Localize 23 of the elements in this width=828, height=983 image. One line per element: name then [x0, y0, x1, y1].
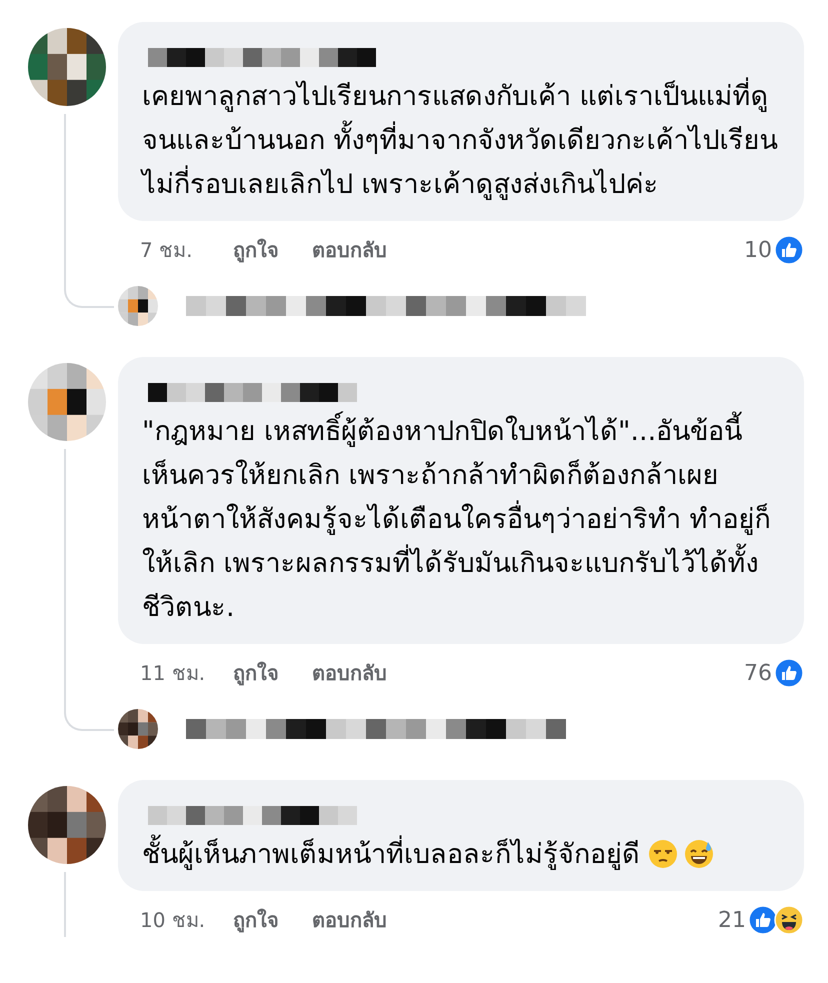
reaction-count: 76: [744, 660, 772, 686]
like-icon: [748, 905, 778, 935]
like-link[interactable]: ถูกใจ: [233, 657, 279, 689]
comment-text: "กฎหมาย เหสทธิ์ผู้ต้องหาปกปิดใบหน้าได้"...อันข้อนี้เห็นควรให้ยกเลิก เพราะถ้ากล้าทำผิดก็ต้องกล้าเผยหน้าตาให้สังคมรู้จะได้เตือนใครอื่นๆว่าอย่าริทำ ทำอยู่ก็ให้เลิก เพราะผลกรรมที่ได้รับมันเกินจะแบกรับไว้ได้ทั้งชีวิตนะ.: [142, 412, 771, 627]
comment-text: เคยพาลูกสาวไปเรียนการแสดงกับเค้า แต่เราเป็นแม่ที่ดูจนและบ้านนอก ทั้งๆที่มาจากจังหวัดเดียวกะเค้าไปเรียนไม่กี่รอบเลยเลิกไป เพราะเค้าดูสูงส่งเกินไปค่ะ: [142, 77, 778, 204]
reaction-count: 10: [744, 238, 772, 262]
reply-link[interactable]: ตอบกลับ: [312, 657, 387, 689]
reaction-count: 21: [718, 908, 746, 932]
reply-link[interactable]: ตอบกลับ: [312, 234, 387, 266]
unamused-face-icon: [648, 839, 678, 869]
comment-time: 10 ชม.: [140, 907, 206, 934]
pixelated-reply-preview[interactable]: [186, 296, 586, 316]
like-icon: [774, 658, 804, 688]
sweat-smile-icon: [684, 839, 714, 869]
pixelated-reply-preview[interactable]: [186, 719, 566, 739]
laughing-face-icon: [774, 905, 804, 935]
like-link[interactable]: ถูกใจ: [233, 234, 279, 266]
reply-link[interactable]: ตอบกลับ: [312, 904, 387, 936]
like-icon: [774, 235, 804, 265]
comment-text: ชั้นผู้เห็นภาพเต็มหน้าที่เบลอละก็ไม่รู้จักอยู่ดี: [142, 835, 646, 874]
comment-time: 11 ชม.: [140, 660, 206, 687]
like-link[interactable]: ถูกใจ: [233, 904, 279, 936]
comment-time: 7 ชม.: [140, 237, 194, 264]
